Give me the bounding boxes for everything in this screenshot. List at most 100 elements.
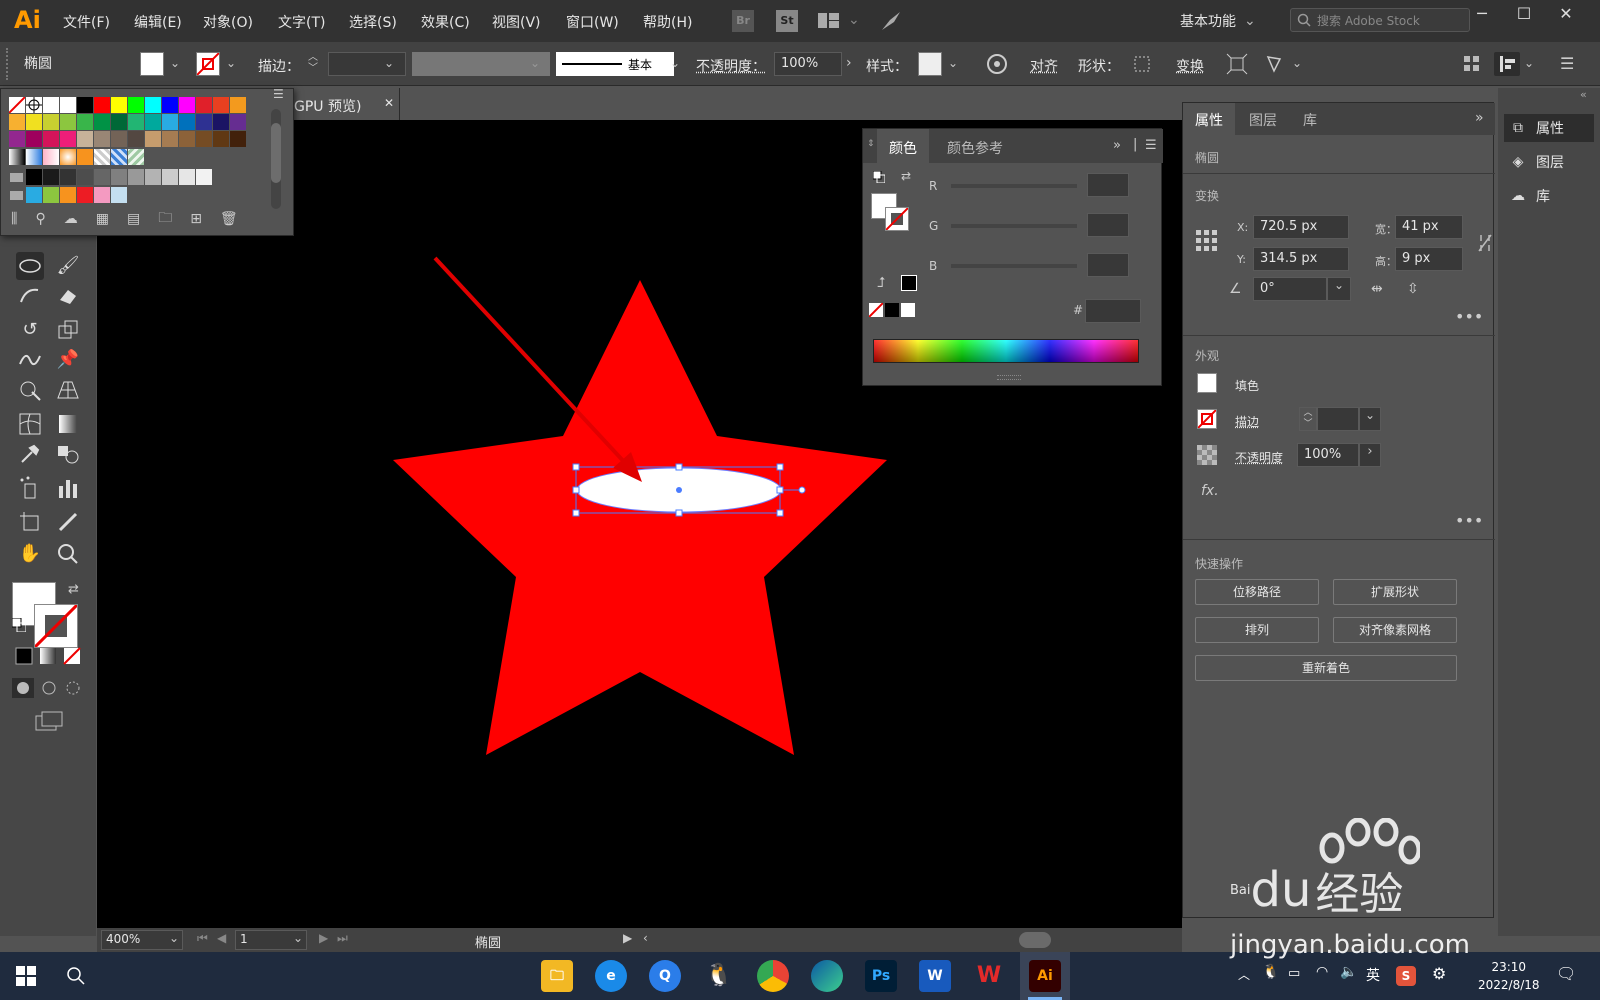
swatch-scrollbar-thumb[interactable] xyxy=(271,123,281,183)
grip-handle[interactable] xyxy=(6,48,10,80)
chevron-down-icon[interactable]: ⌄ xyxy=(384,56,394,70)
windows-start-icon[interactable] xyxy=(16,966,36,986)
draw-inside-icon[interactable] xyxy=(62,678,84,698)
channel-b-slider[interactable] xyxy=(951,264,1077,268)
stroke-swatch[interactable] xyxy=(196,52,220,76)
column-graph-tool-icon[interactable] xyxy=(54,474,82,502)
fx-effects-button[interactable]: fx. xyxy=(1201,483,1219,499)
default-fill-stroke-icon[interactable] xyxy=(11,617,27,633)
notification-center-icon[interactable]: 🗨 xyxy=(1556,964,1576,983)
battery-icon[interactable]: ▭ xyxy=(1288,966,1300,981)
transform-link[interactable]: 变换 xyxy=(1176,56,1204,76)
stock-button[interactable]: St xyxy=(776,10,798,32)
swatch-item[interactable] xyxy=(162,169,178,185)
swatch-item[interactable] xyxy=(77,131,93,147)
menu-object[interactable]: 对象(O) xyxy=(203,12,253,32)
wps-icon[interactable]: W xyxy=(973,960,1005,992)
swatch-item[interactable] xyxy=(43,149,59,165)
align-pixel-grid-button[interactable]: 对齐像素网格 xyxy=(1333,617,1457,643)
swatch-item[interactable] xyxy=(26,131,42,147)
align-panel-icon[interactable] xyxy=(1494,52,1520,76)
dock-item-layers[interactable]: ◈ 图层 xyxy=(1504,148,1594,176)
out-of-gamut-icon[interactable]: ⮥ xyxy=(877,275,885,291)
swatch-item[interactable] xyxy=(43,97,59,113)
chevron-down-icon[interactable]: ⌄ xyxy=(670,56,680,70)
swatch-item[interactable] xyxy=(162,97,178,113)
blend-tool-icon[interactable] xyxy=(54,440,82,468)
stroke-weight-input[interactable] xyxy=(328,52,406,76)
edge-legacy-icon[interactable]: e xyxy=(595,960,627,992)
collapse-dock-icon[interactable]: « xyxy=(1580,88,1587,101)
stroke-link[interactable]: 描边 xyxy=(1235,413,1259,430)
ellipse-tool-icon[interactable] xyxy=(16,252,44,280)
reference-point-icon[interactable] xyxy=(1195,229,1219,253)
menu-select[interactable]: 选择(S) xyxy=(349,12,397,32)
panel-menu-icon[interactable]: ☰ xyxy=(1145,138,1157,153)
swatch-item[interactable] xyxy=(111,149,127,165)
recolor-artwork-icon[interactable] xyxy=(986,53,1008,75)
zoom-tool-icon[interactable] xyxy=(54,540,82,568)
swatch-item[interactable] xyxy=(26,187,42,203)
swatch-item[interactable] xyxy=(213,97,229,113)
tab-layers[interactable]: 图层 xyxy=(1237,103,1289,135)
swatch-item[interactable] xyxy=(43,114,59,130)
menu-view[interactable]: 视图(V) xyxy=(492,12,541,32)
swatch-item[interactable] xyxy=(145,114,161,130)
recolor-button[interactable]: 重新着色 xyxy=(1195,655,1457,681)
swatch-item[interactable] xyxy=(60,187,76,203)
swatch-item[interactable] xyxy=(162,131,178,147)
swatch-item[interactable] xyxy=(94,149,110,165)
next-artboard-icon[interactable]: ▶ xyxy=(319,931,328,945)
appearance-opacity-input[interactable]: 100% xyxy=(1297,443,1359,467)
close-button[interactable]: ✕ xyxy=(1546,4,1586,32)
appearance-fill-swatch[interactable] xyxy=(1197,373,1217,393)
color-stroke-box[interactable] xyxy=(885,207,909,231)
paintbrush-tool-icon[interactable]: 🖌 xyxy=(54,252,82,280)
swatch-item[interactable] xyxy=(111,114,127,130)
chevron-down-icon[interactable]: ⌄ xyxy=(1524,56,1534,70)
y-position-input[interactable]: 314.5 px xyxy=(1253,247,1349,271)
white-quick-swatch[interactable] xyxy=(901,303,915,317)
swap-colors-icon[interactable]: ⇄ xyxy=(901,169,911,183)
chevron-down-icon[interactable]: ⌄ xyxy=(170,56,180,70)
more-options-icon[interactable]: ••• xyxy=(1455,511,1483,530)
perspective-grid-tool-icon[interactable] xyxy=(54,376,82,404)
isolate-icon[interactable] xyxy=(1226,53,1248,75)
expand-panel-icon[interactable]: » xyxy=(1475,110,1484,126)
warp-tool-icon[interactable] xyxy=(16,346,44,374)
channel-r-slider[interactable] xyxy=(951,184,1077,188)
menu-edit[interactable]: 编辑(E) xyxy=(134,12,182,32)
rotate-tool-icon[interactable]: ↺ xyxy=(16,316,44,344)
chevron-down-icon[interactable]: ⌄ xyxy=(226,56,236,70)
puppet-warp-icon[interactable] xyxy=(1264,53,1286,75)
panel-layout-icon[interactable] xyxy=(1462,54,1482,74)
stroke-weight-field[interactable] xyxy=(1317,407,1359,431)
chevron-down-icon[interactable]: ⌄ xyxy=(530,56,540,70)
swatch-item[interactable] xyxy=(111,169,127,185)
x-position-input[interactable]: 720.5 px xyxy=(1253,215,1349,239)
swatch-item[interactable] xyxy=(43,187,59,203)
gradient-tool-icon[interactable] xyxy=(54,410,82,438)
opacity-link[interactable]: 不透明度 xyxy=(1235,449,1283,466)
swatch-item[interactable] xyxy=(43,169,59,185)
maximize-button[interactable]: ☐ xyxy=(1504,4,1544,32)
swatch-kind-icon[interactable]: ⚲ xyxy=(35,211,45,227)
new-color-group-icon[interactable]: 🗀 xyxy=(158,207,172,231)
draw-behind-icon[interactable] xyxy=(38,678,60,698)
gpu-performance-icon[interactable] xyxy=(880,10,902,32)
screen-mode-icon[interactable] xyxy=(34,710,64,732)
swatch-item[interactable] xyxy=(128,97,144,113)
stroke-stepper[interactable]: ︿ ﹀ xyxy=(308,52,322,76)
word-icon[interactable]: W xyxy=(919,960,951,992)
tab-color-guide[interactable]: 颜色参考 xyxy=(935,129,1015,163)
swatch-item[interactable] xyxy=(128,169,144,185)
red-star[interactable] xyxy=(393,280,887,755)
color-spectrum-bar[interactable] xyxy=(873,339,1139,363)
swatch-options-icon[interactable]: ▦ xyxy=(96,211,109,227)
illustrator-icon[interactable]: Ai xyxy=(1029,960,1061,992)
swatch-item[interactable] xyxy=(179,97,195,113)
hex-input[interactable] xyxy=(1085,299,1141,323)
color-group-folder-icon[interactable] xyxy=(9,169,25,185)
shape-builder-tool-icon[interactable] xyxy=(16,376,44,404)
swatch-item[interactable] xyxy=(94,97,110,113)
